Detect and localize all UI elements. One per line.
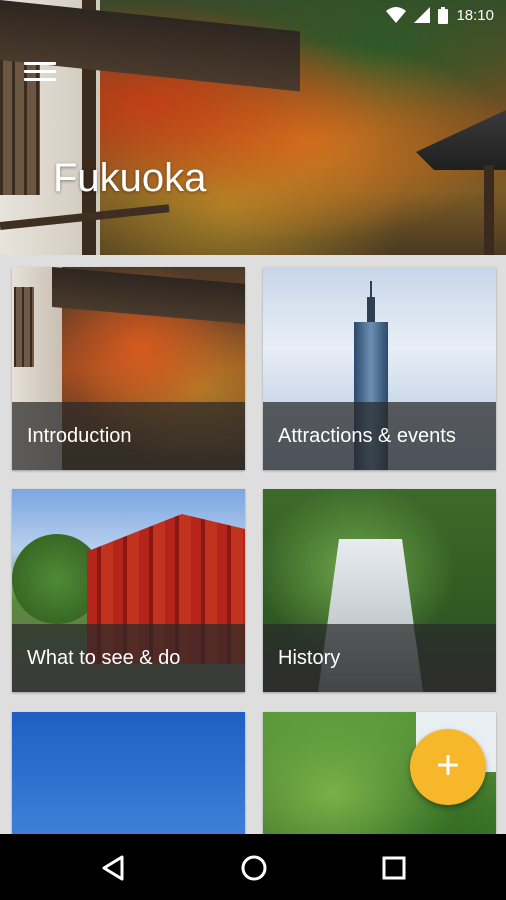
header-hero-image: 18:10 Fukuoka <box>0 0 506 255</box>
navigation-bar <box>0 834 506 900</box>
recent-apps-icon[interactable] <box>378 852 410 884</box>
card-introduction[interactable]: Introduction <box>12 267 245 470</box>
hamburger-menu-icon[interactable] <box>24 62 56 86</box>
cell-signal-icon <box>414 7 431 23</box>
card-attractions-events[interactable]: Attractions & events <box>263 267 496 470</box>
card-label: What to see & do <box>12 624 245 692</box>
home-icon[interactable] <box>238 852 270 884</box>
back-icon[interactable] <box>98 852 130 884</box>
card-label: Attractions & events <box>263 402 496 470</box>
card-history[interactable]: History <box>263 489 496 692</box>
add-fab-button[interactable] <box>410 729 486 805</box>
wifi-icon <box>386 7 407 23</box>
page-title: Fukuoka <box>53 156 207 200</box>
card-label: History <box>263 624 496 692</box>
plus-icon <box>436 753 460 782</box>
status-time: 18:10 <box>456 6 494 24</box>
right-roof <box>416 110 506 170</box>
blue-sky-photo <box>12 712 245 834</box>
card-label: Introduction <box>12 402 245 470</box>
battery-icon <box>438 6 449 24</box>
card-blue-sky[interactable] <box>12 712 245 834</box>
card-what-to-see-do[interactable]: What to see & do <box>12 489 245 692</box>
status-bar: 18:10 <box>0 0 506 30</box>
